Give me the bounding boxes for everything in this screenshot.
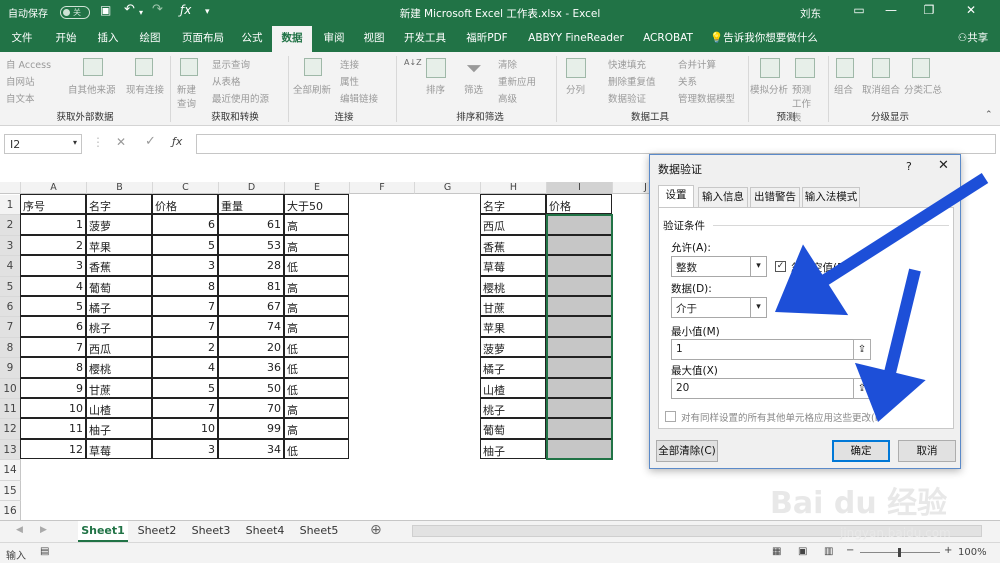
annotation-arrow — [854, 268, 926, 422]
annotation-arrow — [775, 172, 989, 316]
annotation-arrows — [775, 172, 989, 422]
